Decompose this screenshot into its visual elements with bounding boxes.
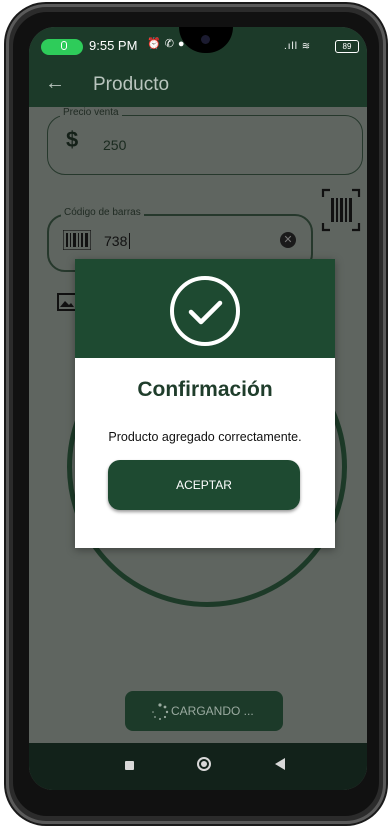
loading-label: CARGANDO ... bbox=[171, 704, 254, 718]
dialog-message: Producto agregado correctamente. bbox=[108, 430, 302, 444]
price-value: 250 bbox=[103, 137, 127, 153]
barcode-value: 738 bbox=[104, 233, 128, 249]
price-field[interactable]: Precio venta $ 250 bbox=[47, 107, 363, 175]
dialog-title: Confirmación bbox=[137, 378, 273, 401]
camera-icon bbox=[201, 35, 210, 44]
price-label: Precio venta bbox=[60, 107, 122, 118]
dollar-icon: $ bbox=[66, 127, 79, 152]
mic-icon bbox=[61, 41, 67, 50]
recents-icon[interactable] bbox=[125, 761, 134, 770]
alarm-icon: ⏰ bbox=[147, 38, 165, 50]
status-bar: 9:55 PM ⏰✆● .ıll ≋ 89 bbox=[29, 27, 367, 63]
confirmation-dialog: Confirmación Producto agregado correctam… bbox=[75, 259, 335, 548]
clear-icon[interactable]: ✕ bbox=[280, 232, 296, 248]
image-icon[interactable] bbox=[57, 293, 77, 311]
status-time: 9:55 PM bbox=[89, 38, 138, 53]
spinner-icon bbox=[152, 703, 169, 720]
barcode-icon bbox=[63, 230, 91, 250]
system-nav-bar bbox=[29, 743, 367, 790]
loading-button[interactable]: CARGANDO ... bbox=[125, 691, 283, 731]
app-bar: ← Producto bbox=[29, 63, 367, 107]
home-icon[interactable] bbox=[197, 757, 211, 771]
arrow-left-icon[interactable]: ← bbox=[45, 72, 65, 95]
signal-icon: .ıll ≋ bbox=[284, 41, 312, 52]
page-title: Producto bbox=[93, 74, 170, 95]
battery-icon: 89 bbox=[335, 40, 359, 53]
phone-icon: ✆ bbox=[164, 38, 178, 50]
mic-pill bbox=[41, 39, 83, 55]
back-icon[interactable] bbox=[275, 758, 285, 770]
text-cursor bbox=[129, 233, 130, 249]
screen: 9:55 PM ⏰✆● .ıll ≋ 89 ← Producto Precio … bbox=[29, 27, 367, 790]
dialog-header bbox=[75, 259, 335, 358]
accept-button[interactable]: ACEPTAR bbox=[108, 460, 300, 510]
scan-barcode-icon[interactable] bbox=[321, 187, 361, 233]
barcode-label: Código de barras bbox=[61, 207, 144, 218]
check-circle-icon bbox=[170, 276, 240, 346]
